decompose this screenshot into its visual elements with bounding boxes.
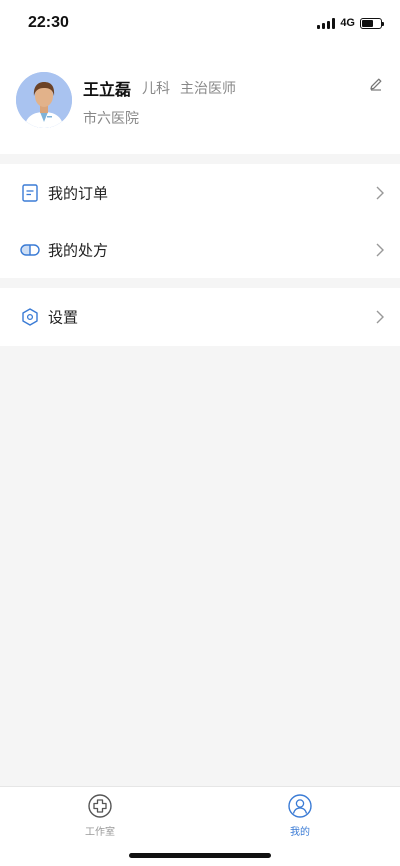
medical-cross-icon [87, 793, 113, 819]
user-icon [287, 793, 313, 819]
menu-group-records: 我的订单 我的处方 [0, 164, 400, 278]
battery-icon [360, 17, 384, 29]
tab-workroom[interactable]: 工作室 [50, 793, 150, 843]
avatar[interactable] [16, 72, 72, 128]
status-bar: 22:30 4G [0, 0, 400, 48]
tab-bar: 工作室 我的 [0, 786, 400, 866]
doctor-avatar-icon [16, 72, 72, 128]
menu-group-settings: 设置 [0, 288, 400, 346]
doctor-name: 王立磊 [83, 80, 132, 99]
tab-label-workroom: 工作室 [85, 827, 115, 838]
network-type: 4G [340, 17, 355, 29]
status-indicators: 4G [317, 16, 384, 30]
menu-item-settings[interactable]: 设置 [0, 288, 400, 345]
profile-card[interactable]: 王立磊 儿科 主治医师 市六医院 [0, 48, 400, 154]
menu-label-settings: 设置 [48, 308, 79, 326]
edit-profile-button[interactable] [366, 74, 386, 94]
doctor-title: 主治医师 [180, 81, 236, 97]
doctor-department: 儿科 [142, 81, 170, 97]
status-time: 22:30 [28, 14, 69, 31]
menu-item-orders[interactable]: 我的订单 [0, 164, 400, 221]
menu-label-orders: 我的订单 [48, 184, 109, 202]
battery-fill [362, 19, 373, 27]
chevron-right-icon [374, 242, 386, 258]
tab-mine[interactable]: 我的 [250, 793, 350, 843]
hexagon-gear-icon [20, 307, 40, 327]
pill-icon [20, 240, 40, 260]
chevron-right-icon [374, 185, 386, 201]
home-indicator[interactable] [129, 853, 271, 858]
document-icon [20, 183, 40, 203]
menu-label-prescriptions: 我的处方 [48, 241, 109, 259]
menu-item-prescriptions[interactable]: 我的处方 [0, 221, 400, 278]
chevron-right-icon [374, 309, 386, 325]
pencil-icon [370, 78, 382, 91]
signal-icon [317, 17, 336, 29]
tab-label-mine: 我的 [290, 827, 310, 838]
doctor-hospital: 市六医院 [83, 111, 139, 127]
